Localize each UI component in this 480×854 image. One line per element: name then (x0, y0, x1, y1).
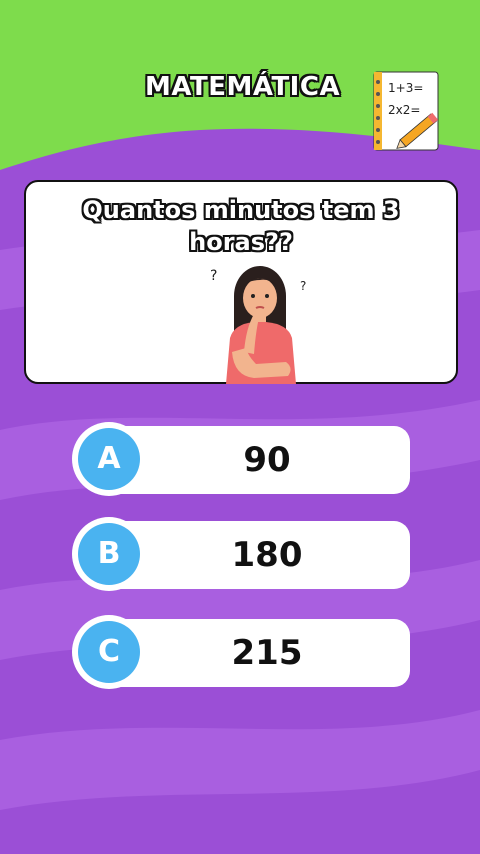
answer-letter: C (78, 621, 140, 683)
answer-option-b[interactable]: 180 B (72, 517, 412, 591)
answer-value: 180 (231, 535, 303, 575)
answer-badge: B (72, 517, 146, 591)
math-notebook-icon: 1+3= 2x2= (373, 71, 439, 151)
svg-text:?: ? (300, 279, 306, 293)
question-card: Quantos minutos tem 3 horas?? ? ? (24, 180, 458, 384)
answer-value: 90 (243, 440, 291, 480)
answer-option-c[interactable]: 215 C (72, 615, 412, 689)
notebook-line-2: 2x2= (388, 103, 420, 117)
question-line-2: horas?? (189, 228, 293, 256)
answer-value: 215 (231, 633, 303, 673)
answer-letter: B (78, 523, 140, 585)
question-text: Quantos minutos tem 3 horas?? (26, 194, 456, 258)
notebook-line-1: 1+3= (388, 81, 423, 95)
app-title: MATEMÁTICA (145, 72, 341, 102)
thinking-girl-illustration: ? ? (210, 266, 306, 384)
answer-option-a[interactable]: 90 A (72, 422, 412, 496)
answer-badge: A (72, 422, 146, 496)
answer-badge: C (72, 615, 146, 689)
question-line-1: Quantos minutos tem 3 (82, 196, 400, 224)
answer-letter: A (78, 428, 140, 490)
svg-text:?: ? (210, 268, 217, 284)
